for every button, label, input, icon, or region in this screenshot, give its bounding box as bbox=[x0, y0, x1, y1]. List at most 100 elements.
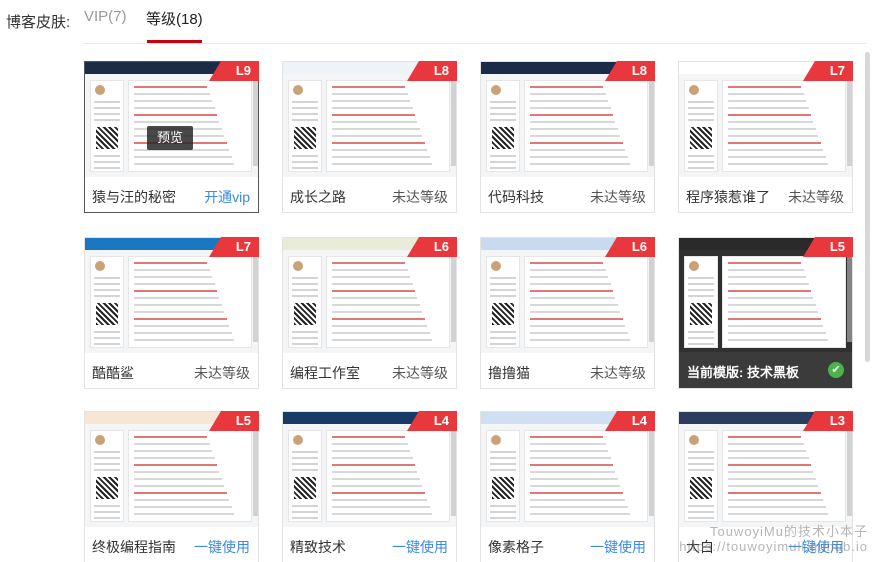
skin-name: 编程工作室 bbox=[290, 365, 360, 381]
text-line bbox=[530, 262, 604, 264]
text-line bbox=[728, 443, 804, 445]
text-line bbox=[332, 513, 433, 515]
text-line bbox=[490, 463, 516, 465]
skin-card[interactable]: L4 精致技术 一键使用 bbox=[282, 411, 457, 562]
text-line bbox=[530, 114, 613, 116]
text-line bbox=[134, 262, 208, 264]
text-line bbox=[292, 469, 318, 471]
text-line bbox=[292, 295, 318, 297]
text-line bbox=[94, 457, 120, 459]
apply-skin-button[interactable]: 一键使用 bbox=[590, 537, 646, 557]
skin-tabs: VIP(7) 等级(18) bbox=[84, 0, 866, 44]
text-line bbox=[728, 325, 824, 327]
text-line bbox=[332, 471, 418, 473]
text-line bbox=[332, 297, 418, 299]
text-line bbox=[134, 492, 227, 494]
text-line bbox=[332, 107, 413, 109]
apply-skin-button[interactable]: 一键使用 bbox=[194, 537, 250, 557]
tab-vip[interactable]: VIP(7) bbox=[84, 8, 127, 25]
qr-code bbox=[690, 303, 712, 325]
skin-card[interactable]: L5 当前模版: 技术黑板 ✔ bbox=[678, 237, 853, 389]
avatar bbox=[95, 435, 105, 445]
text-line bbox=[728, 485, 819, 487]
text-line bbox=[490, 277, 516, 279]
text-line bbox=[490, 155, 516, 157]
apply-skin-button[interactable]: 开通vip bbox=[204, 187, 250, 207]
text-line bbox=[728, 513, 829, 515]
skin-card[interactable]: L8 成长之路 未达等级 bbox=[282, 61, 457, 213]
text-line bbox=[728, 457, 809, 459]
text-line bbox=[688, 107, 714, 109]
text-line bbox=[728, 121, 814, 123]
avatar bbox=[95, 261, 105, 271]
skin-card[interactable]: L8 代码科技 未达等级 bbox=[480, 61, 655, 213]
text-line bbox=[134, 86, 208, 88]
thumbnail-toolbar bbox=[847, 252, 852, 342]
skin-card[interactable]: L7 程序猿惹谁了 未达等级 bbox=[678, 61, 853, 213]
text-line bbox=[530, 149, 626, 151]
text-line bbox=[688, 469, 714, 471]
text-line bbox=[332, 163, 433, 165]
level-requirement: 未达等级 bbox=[392, 365, 448, 381]
text-line bbox=[490, 107, 516, 109]
thumbnail-content bbox=[128, 256, 252, 348]
text-line bbox=[134, 436, 208, 438]
thumbnail-sidebar bbox=[288, 80, 322, 172]
text-line bbox=[94, 161, 120, 163]
text-line bbox=[292, 283, 318, 285]
text-line bbox=[292, 277, 318, 279]
text-line bbox=[688, 101, 714, 103]
text-line bbox=[332, 93, 408, 95]
thumbnail-toolbar bbox=[253, 426, 258, 516]
avatar bbox=[491, 85, 501, 95]
thumbnail-sidebar bbox=[684, 430, 718, 522]
text-line bbox=[134, 464, 217, 466]
skin-card[interactable]: L7 酷酷鲨 未达等级 bbox=[84, 237, 259, 389]
skin-card[interactable]: L5 终极编程指南 一键使用 bbox=[84, 411, 259, 562]
text-line bbox=[530, 100, 609, 102]
text-line bbox=[530, 93, 606, 95]
text-line bbox=[134, 276, 213, 278]
text-line bbox=[490, 451, 516, 453]
text-line bbox=[530, 107, 611, 109]
text-line bbox=[728, 311, 819, 313]
skin-card[interactable]: L6 编程工作室 未达等级 bbox=[282, 237, 457, 389]
text-line bbox=[94, 505, 120, 507]
text-line bbox=[94, 337, 120, 339]
preview-button[interactable]: 预览 bbox=[147, 126, 193, 150]
text-line bbox=[332, 290, 415, 292]
watermark: TouwoyiMu的技术小本子 https://touwoyimuli.gith… bbox=[679, 524, 868, 554]
text-line bbox=[292, 101, 318, 103]
thumbnail-sidebar bbox=[90, 430, 124, 522]
text-line bbox=[134, 506, 232, 508]
text-line bbox=[728, 318, 821, 320]
skin-card[interactable]: L9 预览 猿与汪的秘密 开通vip bbox=[84, 61, 259, 213]
text-line bbox=[134, 269, 210, 271]
text-line bbox=[530, 121, 616, 123]
skin-card[interactable]: L6 撸撸猫 未达等级 bbox=[480, 237, 655, 389]
text-line bbox=[332, 262, 406, 264]
tab-level[interactable]: 等级(18) bbox=[146, 8, 203, 29]
text-line bbox=[728, 290, 811, 292]
text-line bbox=[728, 471, 814, 473]
text-line bbox=[134, 471, 220, 473]
skin-name: 酷酷鲨 bbox=[92, 365, 134, 381]
text-line bbox=[530, 297, 616, 299]
check-icon: ✔ bbox=[828, 362, 844, 378]
scrollbar[interactable] bbox=[865, 52, 870, 362]
text-line bbox=[332, 436, 406, 438]
text-line bbox=[728, 492, 821, 494]
text-line bbox=[530, 311, 621, 313]
thumbnail-content bbox=[128, 430, 252, 522]
thumbnail-toolbar bbox=[253, 76, 258, 166]
apply-skin-button[interactable]: 一键使用 bbox=[392, 537, 448, 557]
text-line bbox=[490, 343, 516, 345]
text-line bbox=[490, 505, 516, 507]
text-line bbox=[134, 325, 230, 327]
text-line bbox=[292, 343, 318, 345]
thumbnail-sidebar bbox=[90, 80, 124, 172]
skin-card[interactable]: L4 像素格子 一键使用 bbox=[480, 411, 655, 562]
text-line bbox=[134, 339, 235, 341]
text-line bbox=[332, 142, 425, 144]
text-line bbox=[728, 339, 829, 341]
